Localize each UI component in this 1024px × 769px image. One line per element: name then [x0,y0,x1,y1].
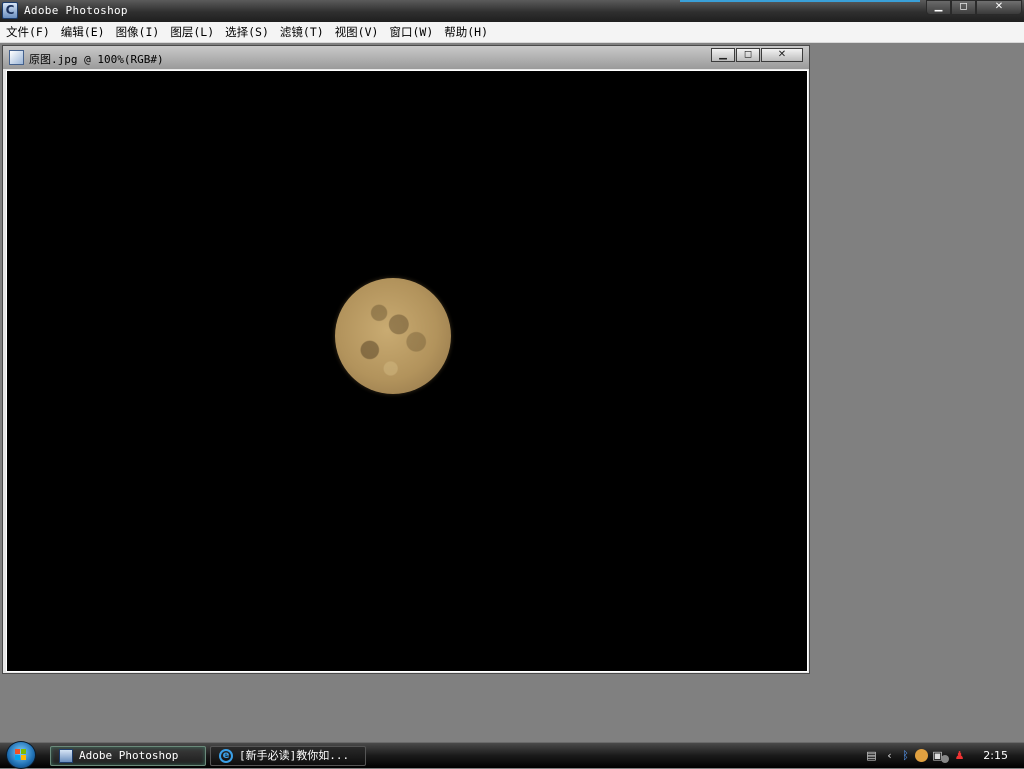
menu-file[interactable]: 文件(F) [5,24,51,40]
close-button[interactable]: ✕ [976,0,1022,15]
taskbar-button-browser[interactable]: e [新手必读]教你如... [210,746,366,766]
menu-window[interactable]: 窗口(W) [388,24,434,40]
start-button[interactable] [6,741,36,769]
menu-filter[interactable]: 滤镜(T) [279,24,325,40]
menu-help[interactable]: 帮助(H) [443,24,489,40]
taskbar-button-photoshop[interactable]: Adobe Photoshop [50,746,206,766]
system-tray: ▤ ‹ ᛒ ▣ ♟ 2:15 [859,743,1024,769]
windows-logo-icon [15,749,27,761]
document-title-bar[interactable]: 原图.jpg @ 100%(RGB#) ▁ ◻ ✕ [3,46,809,69]
document-window-controls: ▁ ◻ ✕ [711,48,803,62]
messenger-icon[interactable] [915,749,928,762]
internet-explorer-icon: e [219,749,233,763]
taskbar: Adobe Photoshop e [新手必读]教你如... ▤ ‹ ᛒ ▣ ♟… [0,741,1024,769]
document-icon [9,50,24,65]
document-title: 原图.jpg @ 100%(RGB#) [29,53,164,66]
keyboard-icon[interactable]: ▤ [865,749,878,762]
bluetooth-icon[interactable]: ᛒ [899,749,912,762]
document-minimize-button[interactable]: ▁ [711,48,735,62]
menu-layer[interactable]: 图层(L) [169,24,215,40]
document-window: 原图.jpg @ 100%(RGB#) ▁ ◻ ✕ [2,45,810,674]
taskbar-clock[interactable]: 2:15 [983,749,1008,762]
menu-view[interactable]: 视图(V) [334,24,380,40]
menu-image[interactable]: 图像(I) [115,24,161,40]
menu-bar: 文件(F) 编辑(E) 图像(I) 图层(L) 选择(S) 滤镜(T) 视图(V… [0,22,1024,43]
image-canvas[interactable] [6,70,808,672]
menu-select[interactable]: 选择(S) [224,24,270,40]
minimize-button[interactable]: ▁ [926,0,951,15]
taskbar-button-label: [新手必读]教你如... [239,749,350,762]
title-accent-strip [680,0,920,2]
window-controls: ▁ ◻ ✕ [926,0,1022,15]
photoshop-icon[interactable]: C [2,2,18,19]
chevron-left-icon[interactable]: ‹ [883,749,896,762]
app-title-bar: C Adobe Photoshop ▁ ◻ ✕ [0,0,1024,22]
menu-edit[interactable]: 编辑(E) [60,24,106,40]
document-restore-button[interactable]: ◻ [736,48,760,62]
volume-icon[interactable] [941,755,949,763]
restore-button[interactable]: ◻ [951,0,976,15]
qq-penguin-icon[interactable]: ♟ [953,749,966,762]
taskbar-button-label: Adobe Photoshop [79,749,179,762]
document-close-button[interactable]: ✕ [761,48,803,62]
moon-photo [335,278,451,394]
photoshop-icon [59,749,73,763]
app-title: Adobe Photoshop [24,4,128,17]
